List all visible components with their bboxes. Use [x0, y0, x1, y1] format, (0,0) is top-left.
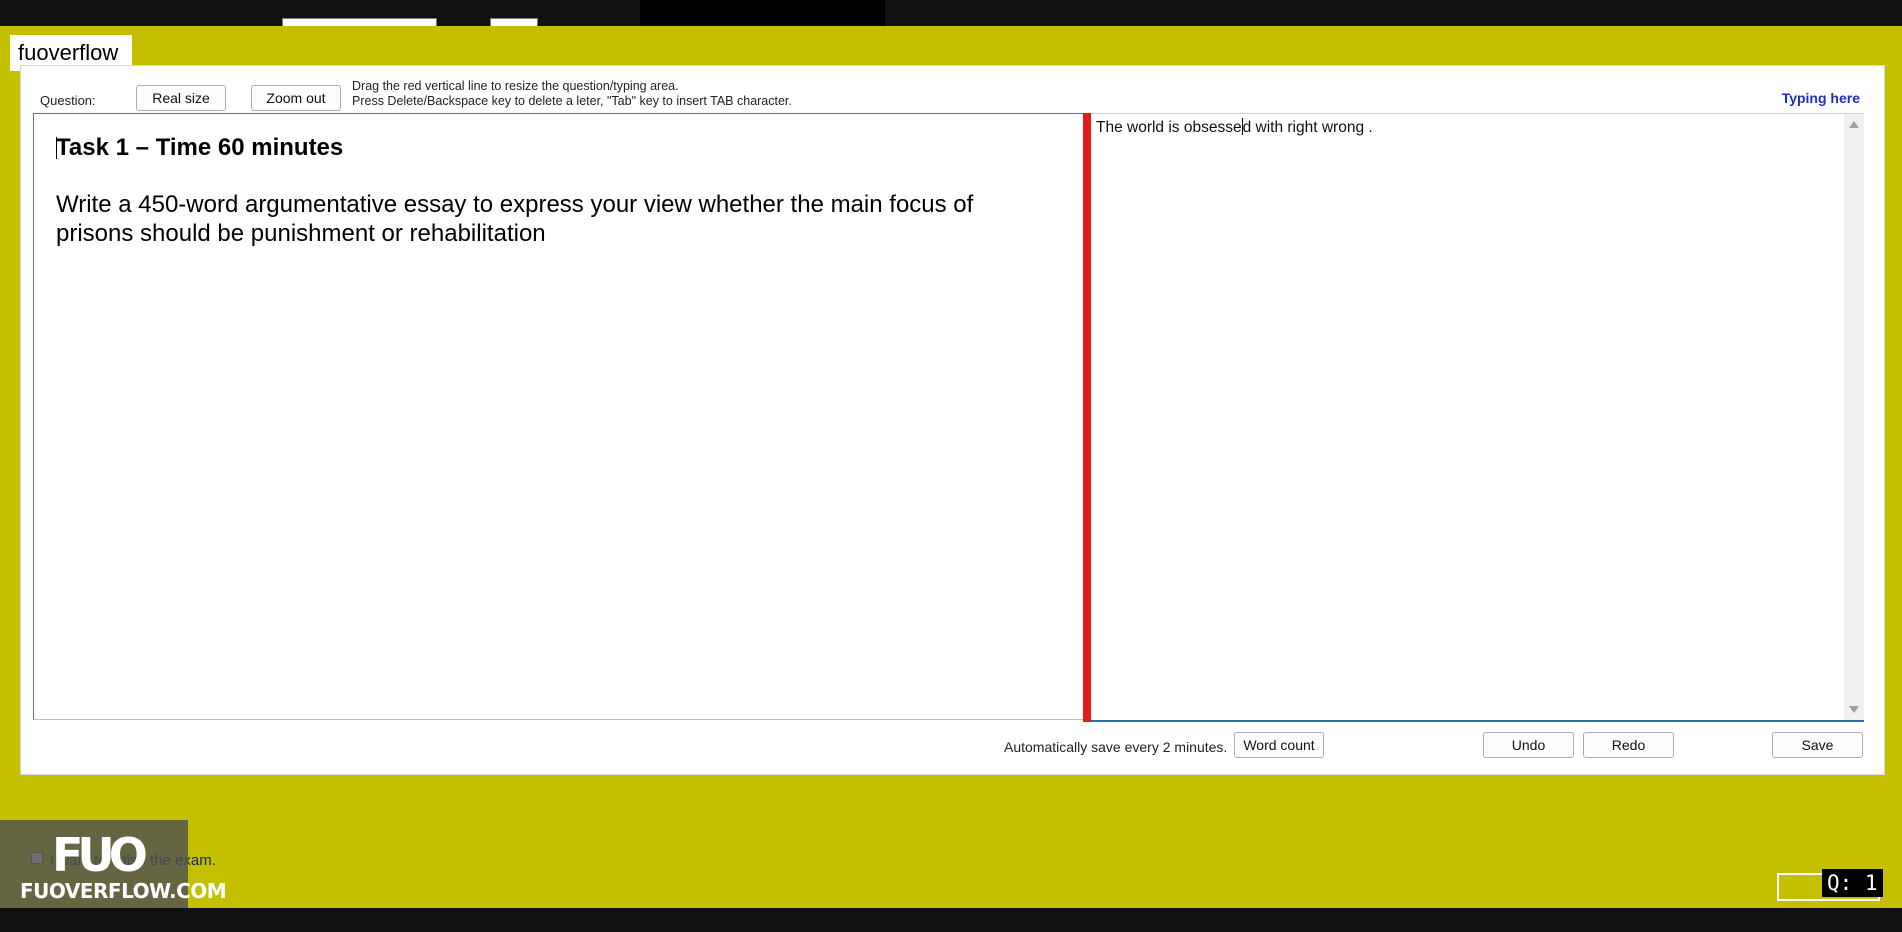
autosave-notice: Automatically save every 2 minutes.: [1004, 739, 1228, 755]
undo-button[interactable]: Undo: [1483, 732, 1574, 758]
timer-mask: [640, 0, 885, 26]
task-title: Task 1 – Time 60 minutes: [56, 134, 344, 161]
redo-button[interactable]: Redo: [1583, 732, 1674, 758]
timer-display: 00:47: [888, 0, 1087, 26]
real-size-button[interactable]: Real size: [136, 85, 226, 111]
word-count-button[interactable]: Word count: [1234, 732, 1324, 758]
hint-line-2: Press Delete/Backspace key to delete a l…: [352, 94, 792, 108]
instructions-hint: Drag the red vertical line to resize the…: [352, 79, 792, 109]
zoom-out-button[interactable]: Zoom out: [251, 85, 341, 111]
answer-text-after-caret: d with right wrong .: [1242, 119, 1373, 136]
answer-text-before-caret: The world is obsesse: [1096, 119, 1242, 136]
typing-here-label: Typing here: [1781, 90, 1860, 106]
top-field-small: [490, 18, 538, 26]
answer-text: The world is obsessed with right wrong .: [1096, 118, 1373, 137]
top-field: [282, 18, 437, 26]
question-indicator: Q: 1: [1822, 869, 1883, 897]
scroll-up-icon[interactable]: [1849, 121, 1859, 128]
question-area[interactable]: Task 1 – Time 60 minutes Write a 450-wor…: [33, 113, 1083, 720]
vertical-scrollbar[interactable]: [1844, 114, 1864, 720]
task-description: Write a 450-word argumentative essay to …: [56, 191, 974, 247]
question-label: Question:: [40, 93, 96, 108]
watermark-logo-text: FUOVERFLOW.COM: [20, 879, 227, 903]
top-bar: 00:47: [0, 0, 1902, 26]
hint-line-1: Drag the red vertical line to resize the…: [352, 79, 679, 93]
bottom-bar: [0, 908, 1902, 932]
resize-splitter[interactable]: [1083, 113, 1091, 722]
save-button[interactable]: Save: [1772, 732, 1863, 758]
answer-textarea[interactable]: The world is obsessed with right wrong .: [1091, 113, 1864, 722]
scroll-down-icon[interactable]: [1849, 706, 1859, 713]
watermark-logo-mark: FUO: [52, 828, 148, 882]
